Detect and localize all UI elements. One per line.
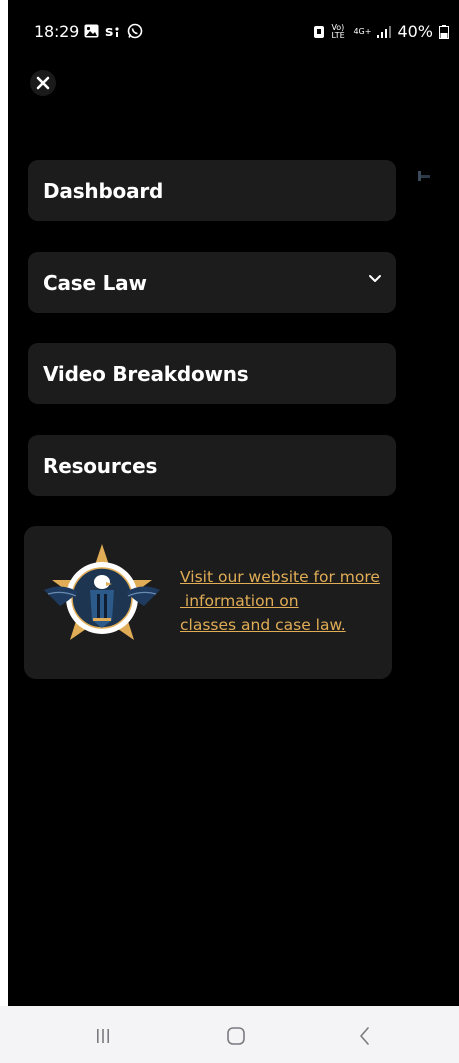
menu-item-label: Resources: [43, 453, 158, 478]
status-left-icons: s: [84, 23, 143, 39]
home-icon: [227, 1027, 245, 1045]
website-link-line-1: Visit our website for more: [180, 568, 380, 586]
website-link-line-2: information on: [180, 592, 299, 610]
recent-apps-icon: [97, 1029, 109, 1043]
battery-percent: 40%: [397, 22, 433, 41]
close-icon: [36, 76, 50, 90]
background-peek-mark: [418, 171, 430, 181]
close-button[interactable]: [30, 70, 56, 96]
menu-item-label: Video Breakdowns: [43, 361, 249, 386]
recent-apps-button[interactable]: [88, 1024, 118, 1048]
website-link[interactable]: Visit our website for more information o…: [180, 565, 392, 637]
battery-icon: [439, 24, 449, 39]
menu-item-label: Dashboard: [43, 178, 164, 203]
academy-logo-icon: [44, 544, 160, 640]
status-right: Vo) LTE 4G+ 40%: [313, 22, 449, 41]
menu-item-resources[interactable]: Resources: [28, 435, 396, 496]
menu-item-label: Case Law: [43, 270, 147, 295]
alarm-icon: [314, 25, 325, 38]
home-button[interactable]: [221, 1024, 251, 1048]
status-time: 18:29: [34, 22, 80, 41]
whatsapp-icon: [127, 23, 143, 39]
back-button[interactable]: [349, 1024, 379, 1048]
image-icon: [84, 24, 99, 38]
network-indicator: 4G+: [353, 27, 372, 36]
menu-item-video-breakdowns[interactable]: Video Breakdowns: [28, 343, 396, 404]
s-notification-icon: s: [105, 24, 119, 38]
website-link-line-3: classes and case law.: [180, 616, 346, 634]
volte-indicator: Vo) LTE: [331, 22, 345, 40]
status-bar: 18:29 s Vo) LTE 4G+ 40%: [8, 0, 459, 62]
menu-item-dashboard[interactable]: Dashboard: [28, 160, 396, 221]
back-icon: [360, 1027, 369, 1045]
chevron-down-icon[interactable]: [368, 274, 382, 284]
menu-item-case-law[interactable]: Case Law: [28, 252, 396, 313]
svg-text:s: s: [105, 24, 113, 38]
promo-card: Visit our website for more information o…: [24, 526, 392, 679]
signal-icon: [377, 25, 392, 38]
system-nav-bar: [0, 1006, 459, 1063]
drawer-screen: 18:29 s Vo) LTE 4G+ 40% Dashboard Case L…: [8, 0, 459, 1006]
